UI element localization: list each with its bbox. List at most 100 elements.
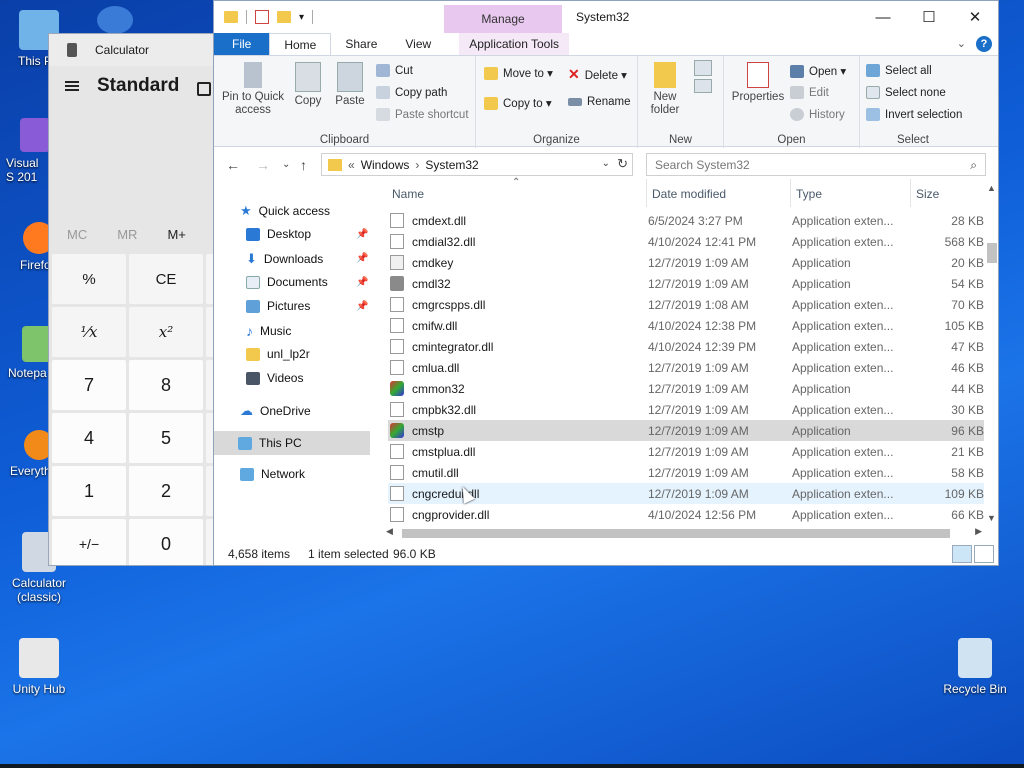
desktop-icon-unity-hub[interactable]: Unity Hub bbox=[4, 638, 74, 696]
select-none-button[interactable]: Select none bbox=[866, 86, 946, 99]
chevron-right-icon[interactable]: › bbox=[415, 158, 419, 172]
explorer-titlebar[interactable]: ▾ Manage System32 — ☐ ✕ bbox=[214, 1, 998, 33]
scroll-up-icon[interactable]: ▲ bbox=[987, 183, 996, 193]
nav-item-downloads[interactable]: ⬇ Downloads bbox=[246, 251, 323, 267]
digit-7-button[interactable]: 7 bbox=[52, 360, 126, 410]
search-icon[interactable]: ⌕ bbox=[970, 158, 977, 173]
tab-share[interactable]: Share bbox=[331, 33, 391, 55]
pin-icon[interactable]: 📌 bbox=[356, 301, 368, 312]
tab-home[interactable]: Home bbox=[269, 33, 332, 55]
rename-button[interactable]: Rename bbox=[568, 96, 630, 108]
chevron-down-icon[interactable]: ⌄ bbox=[602, 158, 610, 169]
copy-path-button[interactable]: Copy path bbox=[376, 86, 447, 99]
reciprocal-button[interactable]: ¹⁄x bbox=[52, 307, 126, 357]
address-overflow[interactable]: « bbox=[348, 158, 355, 172]
details-view-icon[interactable] bbox=[952, 545, 972, 563]
breadcrumb-system32[interactable]: System32 bbox=[425, 158, 478, 172]
forward-arrow-icon[interactable]: → bbox=[256, 157, 270, 173]
digit-8-button[interactable]: 8 bbox=[129, 360, 203, 410]
file-row-selected[interactable]: cmstp 12/7/2019 1:09 AM Application 96 K… bbox=[388, 420, 984, 441]
scroll-thumb[interactable] bbox=[402, 529, 950, 538]
open-button[interactable]: Open ▾ bbox=[790, 64, 846, 78]
pin-to-quick-access-button[interactable]: Pin to Quick access bbox=[220, 62, 286, 117]
keep-on-top-icon[interactable] bbox=[197, 82, 211, 96]
nav-item-onedrive[interactable]: ☁ OneDrive bbox=[240, 403, 311, 419]
calculator-window[interactable]: Calculator Standard MC MR M+ % CE ¹⁄x x²… bbox=[48, 33, 216, 566]
tab-application-tools[interactable]: Application Tools bbox=[459, 33, 570, 55]
clear-entry-button[interactable]: CE bbox=[129, 254, 203, 304]
history-button[interactable]: History bbox=[790, 108, 845, 121]
nav-item-unl-lp2r[interactable]: unl_lp2r bbox=[246, 347, 310, 361]
file-row[interactable]: cmstplua.dll 12/7/2019 1:09 AM Applicati… bbox=[388, 441, 984, 462]
nav-item-music[interactable]: ♪ Music bbox=[246, 323, 291, 339]
cut-button[interactable]: Cut bbox=[376, 64, 413, 77]
paste-button[interactable]: Paste bbox=[330, 62, 370, 108]
file-row[interactable]: cmifw.dll 4/10/2024 12:38 PM Application… bbox=[388, 315, 984, 336]
file-row[interactable]: cmintegrator.dll 4/10/2024 12:39 PM Appl… bbox=[388, 336, 984, 357]
tab-view[interactable]: View bbox=[391, 33, 445, 55]
mc-button[interactable]: MC bbox=[67, 227, 87, 242]
breadcrumb-windows[interactable]: Windows bbox=[361, 158, 410, 172]
percent-button[interactable]: % bbox=[52, 254, 126, 304]
file-row[interactable]: cmdkey 12/7/2019 1:09 AM Application 20 … bbox=[388, 252, 984, 273]
properties-button[interactable]: Properties bbox=[728, 62, 788, 104]
manage-context-tab[interactable]: Manage bbox=[444, 5, 562, 33]
digit-1-button[interactable]: 1 bbox=[52, 466, 126, 516]
column-header-name[interactable]: Name bbox=[392, 187, 424, 205]
large-icons-view-icon[interactable] bbox=[974, 545, 994, 563]
new-folder-button[interactable]: New folder bbox=[644, 62, 686, 117]
select-all-button[interactable]: Select all bbox=[866, 64, 932, 77]
close-button[interactable]: ✕ bbox=[952, 1, 998, 33]
nav-item-this-pc[interactable]: This PC bbox=[214, 431, 370, 455]
invert-selection-button[interactable]: Invert selection bbox=[866, 108, 962, 121]
scroll-left-icon[interactable]: ◀ bbox=[386, 526, 393, 537]
back-arrow-icon[interactable]: ← bbox=[226, 157, 240, 173]
properties-check-icon[interactable] bbox=[255, 10, 269, 24]
file-row[interactable]: cmmon32 12/7/2019 1:09 AM Application 44… bbox=[388, 378, 984, 399]
nav-item-network[interactable]: Network bbox=[240, 467, 305, 481]
digit-5-button[interactable]: 5 bbox=[129, 413, 203, 463]
search-box[interactable]: Search System32 ⌕ bbox=[646, 153, 986, 176]
file-row[interactable]: cmpbk32.dll 12/7/2019 1:09 AM Applicatio… bbox=[388, 399, 984, 420]
scroll-thumb[interactable] bbox=[987, 243, 997, 263]
file-row[interactable]: cmgrcspps.dll 12/7/2019 1:08 AM Applicat… bbox=[388, 294, 984, 315]
column-header-type[interactable]: Type bbox=[796, 187, 822, 205]
column-header-date[interactable]: Date modified bbox=[652, 187, 726, 205]
file-row[interactable]: cmdial32.dll 4/10/2024 12:41 PM Applicat… bbox=[388, 231, 984, 252]
file-row[interactable]: cmlua.dll 12/7/2019 1:09 AM Application … bbox=[388, 357, 984, 378]
minimize-button[interactable]: — bbox=[860, 1, 906, 33]
negate-button[interactable]: +/− bbox=[52, 519, 126, 565]
maximize-button[interactable]: ☐ bbox=[906, 1, 952, 33]
calculator-titlebar[interactable]: Calculator bbox=[49, 34, 215, 66]
pin-icon[interactable]: 📌 bbox=[356, 277, 368, 288]
scroll-right-icon[interactable]: ▶ bbox=[975, 526, 982, 537]
pin-icon[interactable]: 📌 bbox=[356, 253, 368, 264]
nav-item-videos[interactable]: Videos bbox=[246, 371, 303, 385]
menu-icon[interactable] bbox=[65, 81, 79, 91]
column-header-size[interactable]: Size bbox=[916, 187, 939, 205]
copy-button[interactable]: Copy bbox=[288, 62, 328, 108]
square-button[interactable]: x² bbox=[129, 307, 203, 357]
horizontal-scrollbar[interactable]: ◀ ▶ bbox=[384, 525, 984, 541]
m-plus-button[interactable]: M+ bbox=[167, 227, 185, 242]
move-to-button[interactable]: Move to ▾ bbox=[484, 66, 553, 80]
scroll-down-icon[interactable]: ▼ bbox=[987, 513, 996, 523]
nav-item-desktop[interactable]: Desktop bbox=[246, 227, 311, 241]
nav-item-documents[interactable]: Documents bbox=[246, 275, 328, 289]
search-input[interactable]: Search System32 bbox=[655, 158, 750, 172]
recent-locations-icon[interactable]: ⌄ bbox=[282, 159, 290, 170]
customize-toolbar-icon[interactable]: ▾ bbox=[299, 12, 304, 23]
new-item-button[interactable] bbox=[690, 60, 716, 96]
address-bar[interactable]: « Windows › System32 ⌄ ↻ bbox=[321, 153, 633, 176]
desktop-icon-recycle-bin[interactable]: Recycle Bin bbox=[940, 638, 1010, 696]
help-icon[interactable]: ? bbox=[976, 36, 992, 52]
new-folder-icon[interactable] bbox=[277, 11, 291, 23]
digit-2-button[interactable]: 2 bbox=[129, 466, 203, 516]
mr-button[interactable]: MR bbox=[117, 227, 137, 242]
nav-item-pictures[interactable]: Pictures bbox=[246, 299, 310, 313]
edit-button[interactable]: Edit bbox=[790, 86, 829, 99]
file-row[interactable]: cmdl32 12/7/2019 1:09 AM Application 54 … bbox=[388, 273, 984, 294]
digit-4-button[interactable]: 4 bbox=[52, 413, 126, 463]
nav-item-quick-access[interactable]: ★ Quick access bbox=[240, 203, 330, 219]
file-row[interactable]: cngprovider.dll 4/10/2024 12:56 PM Appli… bbox=[388, 504, 984, 525]
